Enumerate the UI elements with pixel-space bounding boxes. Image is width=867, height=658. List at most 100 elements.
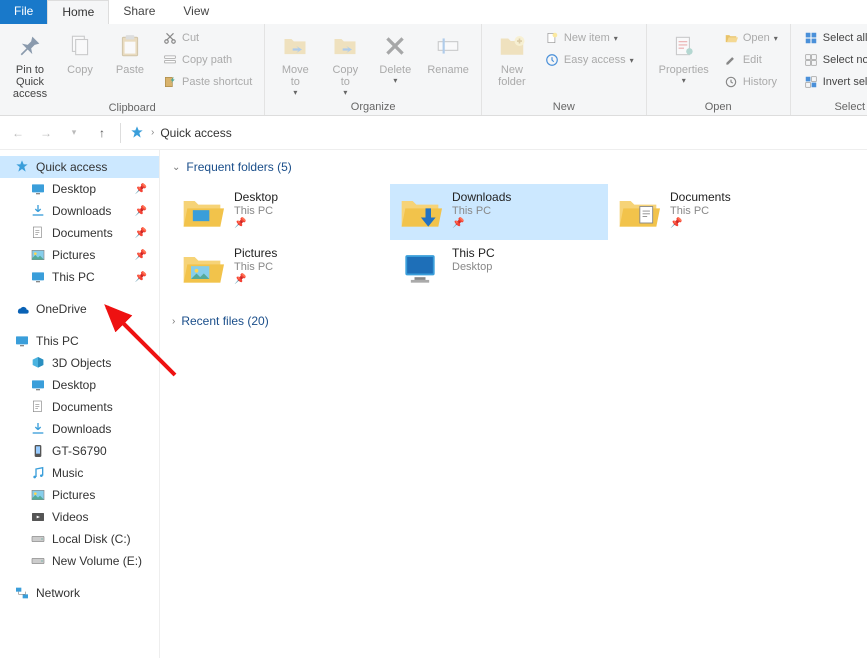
disk-icon bbox=[30, 553, 46, 569]
rename-button[interactable]: Rename bbox=[423, 28, 473, 78]
folder-tile-desktop[interactable]: Desktop This PC 📌 bbox=[172, 184, 390, 240]
nav-forward-button[interactable]: → bbox=[36, 123, 56, 143]
nav-up-button[interactable]: ↑ bbox=[92, 123, 112, 143]
tab-file[interactable]: File bbox=[0, 0, 47, 24]
documents-icon bbox=[30, 225, 46, 241]
nav-recent-button[interactable]: ▾ bbox=[64, 123, 84, 143]
network-icon bbox=[14, 585, 30, 601]
invert-selection-button[interactable]: Invert selection bbox=[799, 72, 867, 92]
pictures-icon bbox=[30, 247, 46, 263]
copy-to-button[interactable]: Copy to ▾ bbox=[323, 28, 367, 99]
pin-to-quick-access-button[interactable]: Pin to Quick access bbox=[8, 28, 52, 102]
edit-icon bbox=[723, 52, 739, 68]
chevron-down-icon: ▾ bbox=[293, 88, 297, 97]
content-pane: ⌄ Frequent folders (5) Desktop This PC 📌… bbox=[160, 150, 867, 658]
paste-button[interactable]: Paste bbox=[108, 28, 152, 78]
pictures-icon bbox=[30, 487, 46, 503]
move-to-button[interactable]: Move to ▾ bbox=[273, 28, 317, 99]
sidebar-network[interactable]: Network bbox=[0, 582, 159, 604]
pin-icon: 📌 bbox=[135, 184, 147, 195]
new-item-icon bbox=[544, 30, 560, 46]
sidebar-item-local-disk-c[interactable]: Local Disk (C:) bbox=[0, 528, 159, 550]
folder-desktop-icon bbox=[180, 190, 224, 234]
pin-icon: 📌 bbox=[135, 250, 147, 261]
this-pc-icon bbox=[14, 333, 30, 349]
new-item-button[interactable]: New item ▾ bbox=[540, 28, 638, 48]
folder-documents-icon bbox=[616, 190, 660, 234]
edit-button[interactable]: Edit bbox=[719, 50, 782, 70]
3d-objects-icon bbox=[30, 355, 46, 371]
folder-tile-pictures[interactable]: Pictures This PC 📌 bbox=[172, 240, 390, 296]
new-folder-button[interactable]: New folder bbox=[490, 28, 534, 90]
breadcrumb-separator: › bbox=[151, 127, 154, 138]
nav-back-button[interactable]: ← bbox=[8, 123, 28, 143]
breadcrumb-current[interactable]: Quick access bbox=[160, 126, 231, 140]
chevron-down-icon: ▾ bbox=[682, 76, 686, 85]
cut-icon bbox=[162, 30, 178, 46]
group-label-new: New bbox=[490, 101, 638, 115]
tab-home[interactable]: Home bbox=[47, 0, 109, 24]
chevron-down-icon: ▾ bbox=[630, 56, 634, 65]
new-folder-icon bbox=[496, 30, 528, 62]
properties-button[interactable]: Properties ▾ bbox=[655, 28, 713, 87]
videos-icon bbox=[30, 509, 46, 525]
copy-path-button[interactable]: Copy path bbox=[158, 50, 256, 70]
paste-icon bbox=[114, 30, 146, 62]
ribbon: Pin to Quick access Copy Paste Cut bbox=[0, 24, 867, 116]
breadcrumb[interactable]: › Quick access bbox=[129, 125, 232, 141]
select-all-button[interactable]: Select all bbox=[799, 28, 867, 48]
sidebar-item-thispc-qa[interactable]: This PC 📌 bbox=[0, 266, 159, 288]
folder-tile-thispc[interactable]: This PC Desktop bbox=[390, 240, 608, 296]
pin-icon: 📌 bbox=[135, 272, 147, 283]
sidebar-item-documents-pc[interactable]: Documents bbox=[0, 396, 159, 418]
easy-access-button[interactable]: Easy access ▾ bbox=[540, 50, 638, 70]
sidebar-quick-access[interactable]: Quick access bbox=[0, 156, 159, 178]
sidebar-item-pictures[interactable]: Pictures 📌 bbox=[0, 244, 159, 266]
open-button[interactable]: Open ▾ bbox=[719, 28, 782, 48]
sidebar-item-gt-s6790[interactable]: GT-S6790 bbox=[0, 440, 159, 462]
pin-icon: 📌 bbox=[135, 228, 147, 239]
documents-icon bbox=[30, 399, 46, 415]
tab-view[interactable]: View bbox=[169, 0, 223, 24]
chevron-down-icon: ⌄ bbox=[172, 162, 180, 173]
downloads-icon bbox=[30, 203, 46, 219]
group-label-organize: Organize bbox=[273, 101, 473, 115]
pin-icon: 📌 bbox=[452, 218, 511, 229]
sidebar-item-desktop[interactable]: Desktop 📌 bbox=[0, 178, 159, 200]
quick-access-star-icon bbox=[129, 125, 145, 141]
sidebar-onedrive[interactable]: OneDrive bbox=[0, 298, 159, 320]
sidebar-item-new-volume-e[interactable]: New Volume (E:) bbox=[0, 550, 159, 572]
invert-selection-icon bbox=[803, 74, 819, 90]
sidebar-item-music[interactable]: Music bbox=[0, 462, 159, 484]
select-none-button[interactable]: Select none bbox=[799, 50, 867, 70]
chevron-down-icon: ▾ bbox=[343, 88, 347, 97]
sidebar-item-documents[interactable]: Documents 📌 bbox=[0, 222, 159, 244]
sidebar-item-videos[interactable]: Videos bbox=[0, 506, 159, 528]
sidebar-thispc[interactable]: This PC bbox=[0, 330, 159, 352]
sidebar-item-pictures-pc[interactable]: Pictures bbox=[0, 484, 159, 506]
pin-icon: 📌 bbox=[234, 274, 277, 285]
folder-tile-downloads[interactable]: Downloads This PC 📌 bbox=[390, 184, 608, 240]
frequent-folders-header[interactable]: ⌄ Frequent folders (5) bbox=[172, 160, 855, 174]
folder-downloads-icon bbox=[398, 190, 442, 234]
sidebar-item-downloads[interactable]: Downloads 📌 bbox=[0, 200, 159, 222]
disk-icon bbox=[30, 531, 46, 547]
chevron-right-icon: › bbox=[172, 316, 175, 327]
group-label-clipboard: Clipboard bbox=[8, 102, 256, 116]
group-label-select: Select bbox=[799, 101, 867, 115]
history-button[interactable]: History bbox=[719, 72, 782, 92]
cut-button[interactable]: Cut bbox=[158, 28, 256, 48]
paste-shortcut-icon bbox=[162, 74, 178, 90]
sidebar-item-3dobjects[interactable]: 3D Objects bbox=[0, 352, 159, 374]
sidebar-item-downloads-pc[interactable]: Downloads bbox=[0, 418, 159, 440]
pin-icon: 📌 bbox=[670, 218, 731, 229]
paste-shortcut-button[interactable]: Paste shortcut bbox=[158, 72, 256, 92]
sidebar-item-desktop-pc[interactable]: Desktop bbox=[0, 374, 159, 396]
tab-share[interactable]: Share bbox=[109, 0, 169, 24]
move-to-icon bbox=[279, 30, 311, 62]
folder-tile-documents[interactable]: Documents This PC 📌 bbox=[608, 184, 826, 240]
recent-files-header[interactable]: › Recent files (20) bbox=[172, 314, 855, 328]
delete-button[interactable]: Delete ▾ bbox=[373, 28, 417, 87]
copy-path-icon bbox=[162, 52, 178, 68]
copy-button[interactable]: Copy bbox=[58, 28, 102, 78]
